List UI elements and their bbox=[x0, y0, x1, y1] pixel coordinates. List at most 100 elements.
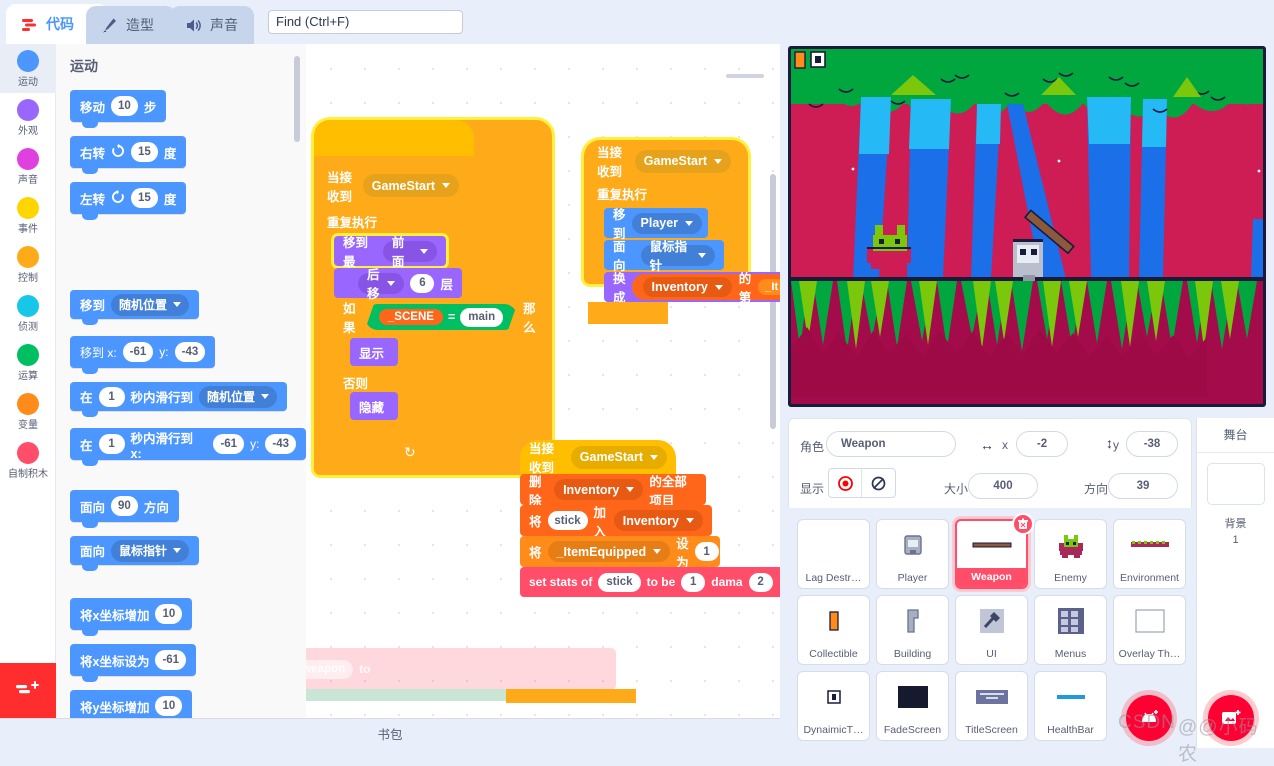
block-input[interactable]: 1 bbox=[98, 434, 125, 454]
block-input[interactable]: 2 bbox=[748, 572, 773, 592]
sprite-dynamic-text[interactable]: DynaimicT… bbox=[797, 671, 870, 741]
sprite-weapon[interactable]: Weapon bbox=[955, 513, 1034, 589]
category-sensing[interactable]: 侦测 bbox=[0, 289, 56, 338]
block-input[interactable]: 6 bbox=[410, 273, 435, 293]
block-palette[interactable]: 运动 移动 10 步 右转 15 度 左转 15 度 移到 随机位置 移到 x:… bbox=[56, 44, 306, 748]
go-to-sprite-block[interactable]: 移到 Player bbox=[604, 208, 708, 241]
category-looks[interactable]: 外观 bbox=[0, 93, 56, 142]
block-input[interactable]: -61 bbox=[155, 650, 187, 670]
x-input[interactable]: -2 bbox=[1016, 431, 1068, 457]
sprite-name-input[interactable]: Weapon bbox=[826, 431, 956, 457]
block-dropdown[interactable]: _ItemEquipped bbox=[547, 541, 671, 562]
block-dropdown[interactable]: 前面 bbox=[382, 236, 437, 269]
direction-input[interactable]: 39 bbox=[1108, 473, 1178, 499]
category-control[interactable]: 控制 bbox=[0, 240, 56, 289]
script-1-hat[interactable] bbox=[314, 120, 474, 156]
palette-block-change-x[interactable]: 将x坐标增加 10 bbox=[70, 598, 193, 636]
sprite-building[interactable]: Building bbox=[876, 595, 949, 665]
set-stats-custom-block[interactable]: set stats of stick to be 1 dama 2 bbox=[520, 567, 780, 597]
block-input[interactable]: 90 bbox=[111, 496, 138, 516]
y-input[interactable]: -38 bbox=[1126, 431, 1178, 457]
block-dropdown[interactable]: GameStart bbox=[634, 149, 731, 173]
block-dropdown[interactable]: GameStart bbox=[362, 174, 459, 197]
point-towards-block[interactable]: 面向 鼠标指针 bbox=[604, 240, 724, 273]
change-layer-block[interactable]: 后移 6 层 bbox=[334, 268, 462, 301]
tab-costumes[interactable]: 造型 bbox=[86, 6, 176, 44]
sprite-fade-screen[interactable]: FadeScreen bbox=[876, 671, 949, 741]
block-dropdown[interactable]: 鼠标指针 bbox=[640, 240, 715, 273]
show-toggle-group[interactable] bbox=[828, 468, 896, 498]
block-input[interactable]: -61 bbox=[122, 342, 154, 362]
sprite-title-screen[interactable]: TitleScreen bbox=[955, 671, 1028, 741]
variable-reporter[interactable]: _SCENE bbox=[379, 309, 443, 325]
block-input[interactable]: 15 bbox=[131, 142, 158, 162]
add-to-list-block[interactable]: 将 stick 加入 Inventory bbox=[520, 505, 712, 539]
sprite-ui[interactable]: UI bbox=[955, 595, 1028, 665]
category-sound[interactable]: 声音 bbox=[0, 142, 56, 191]
category-custom-blocks[interactable]: 自制积木 bbox=[0, 436, 56, 485]
palette-block-glide-xy[interactable]: 在 1 秒内滑行到 x: -61 y: -43 bbox=[70, 428, 306, 466]
add-extension-button[interactable] bbox=[0, 663, 56, 718]
block-dropdown[interactable]: 随机位置 bbox=[111, 293, 190, 316]
equals-operator[interactable]: _SCENE = main bbox=[365, 304, 517, 330]
backpack-bar[interactable]: 书包 bbox=[0, 718, 780, 748]
variable-reporter[interactable]: _It bbox=[758, 279, 780, 295]
hide-block[interactable]: 隐藏 bbox=[350, 392, 398, 420]
switch-costume-block[interactable]: 换成 Inventory 的第 _It bbox=[604, 272, 780, 305]
sprite-menus[interactable]: Menus bbox=[1034, 595, 1107, 665]
block-dropdown[interactable]: Inventory bbox=[613, 510, 703, 531]
block-input[interactable]: 15 bbox=[131, 188, 158, 208]
palette-scrollbar[interactable] bbox=[294, 56, 300, 142]
palette-block-glide-to[interactable]: 在 1 秒内滑行到 随机位置 bbox=[70, 382, 288, 417]
block-dropdown[interactable]: Inventory bbox=[554, 479, 644, 500]
block-input[interactable]: 10 bbox=[155, 604, 183, 624]
sprite-enemy[interactable]: Enemy bbox=[1034, 519, 1107, 589]
block-input[interactable]: 1 bbox=[694, 542, 719, 561]
palette-block-set-x[interactable]: 将x坐标设为 -61 bbox=[70, 644, 197, 682]
item-of-list-reporter[interactable]: Inventory 的第 _It bbox=[631, 272, 780, 305]
block-input[interactable]: -43 bbox=[265, 434, 296, 454]
palette-block-point-towards[interactable]: 面向 鼠标指针 bbox=[70, 536, 200, 571]
palette-block-goto-xy[interactable]: 移到 x: -61 y: -43 bbox=[70, 336, 216, 374]
show-block[interactable]: 显示 bbox=[350, 338, 398, 366]
category-variables[interactable]: 变量 bbox=[0, 387, 56, 436]
palette-block-turn-right[interactable]: 右转 15 度 bbox=[70, 136, 187, 174]
stage[interactable] bbox=[788, 46, 1266, 407]
when-receive-block[interactable]: 当接收到 GameStart bbox=[318, 170, 468, 204]
block-input[interactable]: stick bbox=[547, 511, 588, 530]
when-receive-block-2[interactable]: 当接收到 GameStart bbox=[588, 144, 740, 179]
block-input[interactable]: main bbox=[460, 308, 503, 327]
block-input[interactable]: 10 bbox=[111, 96, 138, 116]
sprite-overlay-thing[interactable]: Overlay Th… bbox=[1113, 595, 1186, 665]
find-input[interactable]: Find (Ctrl+F) bbox=[268, 10, 463, 34]
block-input[interactable]: -61 bbox=[213, 434, 245, 454]
set-variable-block[interactable]: 将 _ItemEquipped 设为 1 bbox=[520, 536, 720, 570]
block-input[interactable]: 10 bbox=[155, 696, 183, 716]
size-input[interactable]: 400 bbox=[968, 473, 1038, 499]
tab-sounds[interactable]: 声音 bbox=[170, 6, 254, 44]
delete-all-of-list-block[interactable]: 删除 Inventory 的全部项目 bbox=[520, 474, 706, 508]
sprite-health-bar[interactable]: HealthBar bbox=[1034, 671, 1107, 741]
delete-sprite-button[interactable] bbox=[1012, 513, 1034, 535]
block-dropdown[interactable]: Player bbox=[631, 212, 703, 234]
block-dropdown[interactable]: 鼠标指针 bbox=[111, 539, 190, 562]
sprite-collectible[interactable]: Collectible bbox=[797, 595, 870, 665]
canvas-scrollbar-horizontal[interactable] bbox=[726, 74, 764, 78]
sprite-player[interactable]: Player bbox=[876, 519, 949, 589]
palette-block-move-steps[interactable]: 移动 10 步 bbox=[70, 90, 167, 128]
category-events[interactable]: 事件 bbox=[0, 191, 56, 240]
sprite-environment[interactable]: Environment bbox=[1113, 519, 1186, 589]
show-hidden-button[interactable] bbox=[862, 469, 895, 497]
go-to-front-block[interactable]: 移到最 前面 bbox=[334, 236, 446, 269]
palette-block-turn-left[interactable]: 左转 15 度 bbox=[70, 182, 187, 220]
category-motion[interactable]: 运动 bbox=[0, 44, 56, 93]
code-canvas[interactable]: 当接收到 GameStart 重复执行 移到最 前面 后移 6 层 如果 _SC… bbox=[306, 44, 780, 748]
block-input[interactable]: -43 bbox=[174, 342, 206, 362]
category-operators[interactable]: 运算 bbox=[0, 338, 56, 387]
block-dropdown[interactable]: 随机位置 bbox=[199, 385, 278, 408]
palette-block-goto[interactable]: 移到 随机位置 bbox=[70, 290, 200, 325]
forever-block-2[interactable]: 重复执行 bbox=[588, 178, 692, 209]
palette-block-point-direction[interactable]: 面向 90 方向 bbox=[70, 490, 179, 528]
block-dropdown[interactable]: 后移 bbox=[358, 268, 405, 301]
block-input[interactable]: stick bbox=[598, 572, 641, 592]
